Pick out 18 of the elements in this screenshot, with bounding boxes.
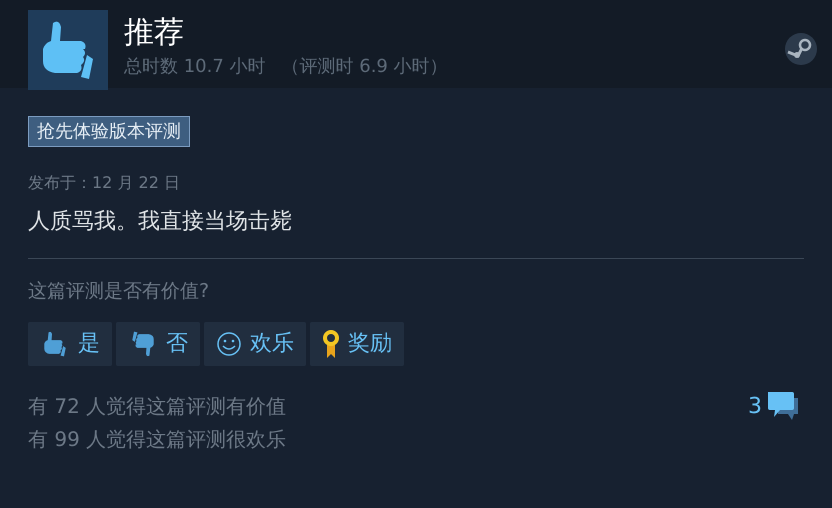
chat-bubbles-icon xyxy=(766,390,800,422)
verdict-title: 推荐 xyxy=(124,16,185,49)
no-button[interactable]: 否 xyxy=(116,322,200,366)
helpful-count-text: 有 72 人觉得这篇评测有价值 xyxy=(28,392,286,420)
hours-text: 总时数 10.7 小时 xyxy=(124,55,266,79)
review-text: 人质骂我。我直接当场击毙 xyxy=(28,208,293,236)
award-button[interactable]: 奖励 xyxy=(310,322,404,366)
hours-at-review-text: （评测时 6.9 小时） xyxy=(282,55,448,79)
smiley-icon xyxy=(216,330,242,356)
early-access-tag: 抢先体验版本评测 xyxy=(28,116,190,147)
funny-button[interactable]: 欢乐 xyxy=(204,322,306,366)
helpful-count-text: 有 99 人觉得这篇评测很欢乐 xyxy=(28,426,286,452)
yes-button[interactable]: 是 xyxy=(28,322,112,366)
comments-link[interactable]: 3 xyxy=(748,390,800,422)
helpful-question: 这篇评测是否有价值? xyxy=(28,279,210,304)
steam-icon xyxy=(784,32,818,66)
posted-date: 发布于：12 月 22 日 xyxy=(28,172,181,194)
medal-icon xyxy=(322,328,340,358)
